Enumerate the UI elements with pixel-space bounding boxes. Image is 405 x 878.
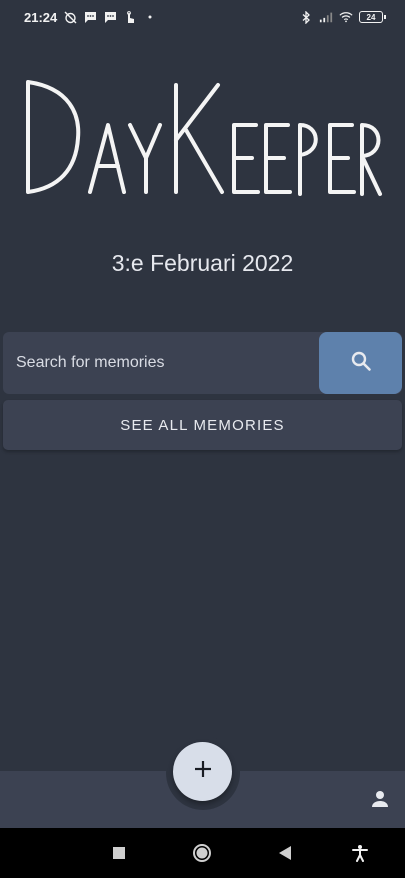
profile-button[interactable] (366, 787, 394, 815)
status-time: 21:24 (24, 9, 58, 25)
signal-icon (319, 11, 333, 23)
system-nav-bar (0, 828, 405, 878)
search-icon (350, 350, 372, 377)
current-date: 3:e Februari 2022 (111, 250, 294, 276)
battery-level: 24 (366, 12, 376, 22)
message-icon (103, 11, 117, 23)
plus-icon (193, 759, 213, 784)
search-bar (3, 332, 402, 394)
app-logo (0, 70, 405, 210)
alarm-off-icon (63, 11, 77, 23)
add-memory-button[interactable] (173, 742, 232, 801)
bluetooth-icon (299, 10, 313, 24)
search-button[interactable] (319, 332, 402, 394)
search-input[interactable] (3, 332, 319, 394)
back-icon[interactable] (273, 841, 297, 865)
accessibility-icon[interactable] (348, 841, 372, 865)
status-bar: 21:24 24 (0, 0, 405, 34)
wifi-icon (339, 11, 353, 23)
dot-icon (143, 11, 157, 23)
battery-icon: 24 (359, 11, 386, 23)
home-icon[interactable] (190, 841, 214, 865)
person-icon (370, 789, 390, 814)
message-icon (83, 11, 97, 23)
see-all-memories-button[interactable]: SEE ALL MEMORIES (3, 400, 402, 450)
hand-icon (123, 10, 137, 23)
recents-icon[interactable] (107, 841, 131, 865)
